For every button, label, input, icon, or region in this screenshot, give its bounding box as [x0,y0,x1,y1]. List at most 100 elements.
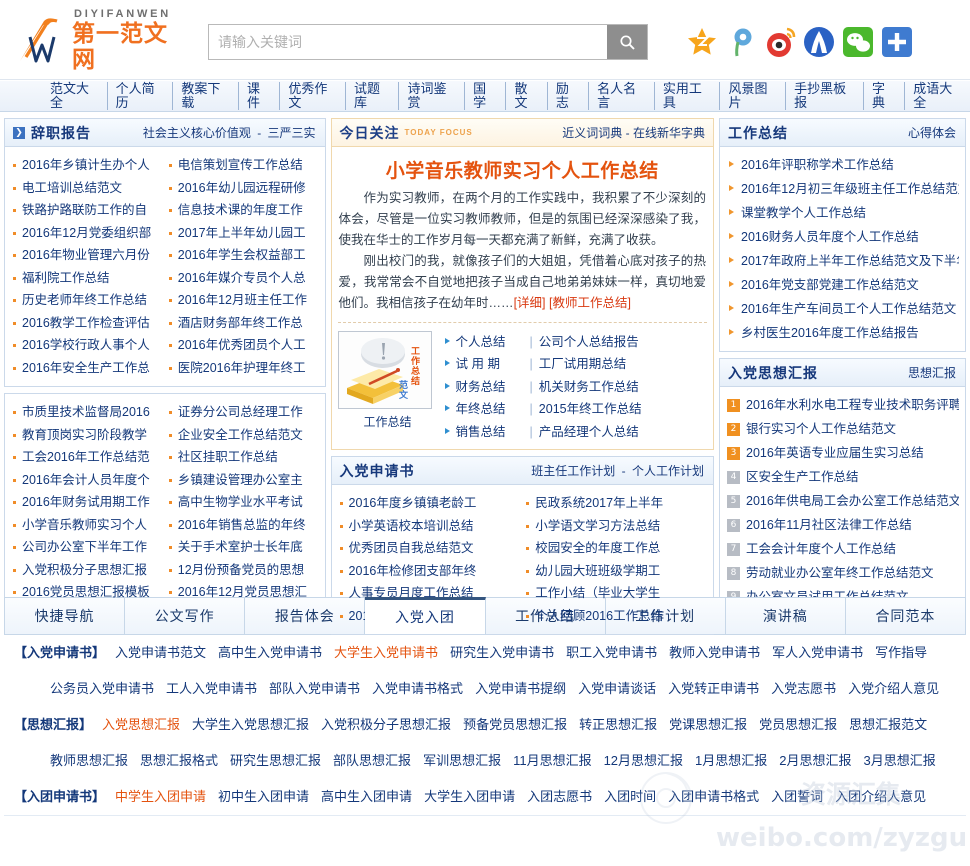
article-more-link[interactable]: [详细] [514,296,546,310]
content-link[interactable]: 入党申请谈话 [572,681,662,696]
summary-key[interactable]: 年终总结 [456,398,524,420]
nav-item-1[interactable]: 个人简历 [108,82,174,110]
content-link[interactable]: 思想汇报格式 [134,753,224,768]
list-link[interactable]: 电工培训总结范文 [22,181,122,195]
list-link[interactable]: 电信策划宣传工作总结 [178,158,303,172]
content-link[interactable]: 入党介绍人意见 [842,681,945,696]
social-share-bar[interactable] [686,26,913,58]
list-link[interactable]: 工会会计年度个人工作总结 [746,537,896,561]
search-button[interactable] [607,25,647,59]
panel-header-links[interactable]: 班主任工作计划 - 个人工作计划 [530,462,705,479]
table-row[interactable]: 1 2016年水利水电工程专业技术职务评聘工 [727,393,959,417]
list-link[interactable]: 2016年媒介专员个人总 [178,271,306,285]
content-link[interactable]: 入团誓词 [765,789,829,804]
list-link[interactable]: 2016年党支部党建工作总结范文 [741,278,919,292]
header-link-0[interactable]: 心得体会 [907,126,957,140]
nav-item-11[interactable]: 实用工具 [655,82,721,110]
list-link[interactable]: 信息技术课的年度工作 [178,203,303,217]
list-link[interactable]: 2016年度乡镇镇老龄工 [349,496,477,510]
list-link[interactable]: 公司办公室下半年工作 [22,540,147,554]
list-link[interactable]: 高中生物学业水平考试 [178,495,303,509]
list-link[interactable]: 2016年12月初三年级班主任工作总结范文 [741,182,959,196]
list-link[interactable]: 2016年幼儿园远程研修 [178,181,306,195]
list-link[interactable]: 2016财务人员年度个人工作总结 [741,230,919,244]
tencent-weibo-share-icon[interactable] [725,26,757,58]
list-link[interactable]: 2016年乡镇计生办个人 [22,158,150,172]
nav-item-13[interactable]: 手抄黑板报 [786,82,864,110]
nav-item-12[interactable]: 风景图片 [720,82,786,110]
content-link[interactable]: 入党转正申请书 [662,681,765,696]
list-link[interactable]: 2016年财务试用期工作 [22,495,150,509]
focus-link-0[interactable]: 近义词词典 [562,126,622,140]
list-link[interactable]: 2016党员思想汇报模板 [22,585,150,599]
content-link[interactable]: 部队思想汇报 [327,753,417,768]
content-link[interactable]: 3月思想汇报 [858,753,942,768]
list-link[interactable]: 企业安全工作总结范文 [178,428,303,442]
search-box[interactable] [208,24,648,60]
list-link[interactable]: 2016年11月社区法律工作总结 [746,513,912,537]
content-link[interactable]: 入党申请书提纲 [469,681,572,696]
qzone-share-icon[interactable] [686,26,718,58]
list-link[interactable]: 2016年学生会权益部工 [178,248,306,262]
content-link[interactable]: 入党积极分子思想汇报 [315,717,457,732]
content-link[interactable]: 高中生入团申请 [315,789,418,804]
summary-link[interactable]: 产品经理个人总结 [539,425,639,439]
site-logo[interactable]: DIYIFANWEN 第一范文网 [14,14,189,66]
list-link[interactable]: 校园安全的年度工作总 [535,541,660,555]
list-link[interactable]: 证券分公司总经理工作 [178,405,303,419]
list-link[interactable]: 幼儿园大班班级学期工 [535,564,660,578]
list-link[interactable]: 小学音乐教师实习个人 [22,518,147,532]
content-link[interactable]: 入党申请书格式 [366,681,469,696]
content-link[interactable]: 写作指导 [869,645,933,660]
content-link-highlighted[interactable]: 大学生入党申请书 [328,645,444,660]
table-row[interactable]: 7 工会会计年度个人工作总结 [727,537,959,561]
focus-header-links[interactable]: 近义词词典 - 在线新华字典 [562,124,705,141]
header-link-0[interactable]: 班主任工作计划 [530,464,616,478]
nav-item-10[interactable]: 名人名言 [589,82,655,110]
summary-key[interactable]: 个人总结 [456,331,524,353]
featured-article-title[interactable]: 小学音乐教师实习个人工作总结 [332,147,713,188]
summary-link[interactable]: 2015年终工作总结 [539,402,642,416]
summary-link[interactable]: 公司个人总结报告 [539,335,639,349]
article-tag-link[interactable]: [教师工作总结] [549,296,631,310]
content-link[interactable]: 军人入党申请书 [766,645,869,660]
list-link[interactable]: 医院2016年护理年终工 [178,361,306,375]
list-link[interactable]: 2016年水利水电工程专业技术职务评聘工 [746,393,959,417]
sina-weibo-share-icon[interactable] [764,26,796,58]
search-input[interactable] [209,25,607,59]
list-link[interactable]: 民政系统2017年上半年 [535,496,663,510]
content-link[interactable]: 11月思想汇报 [507,753,598,768]
panel-header-links[interactable]: 思想汇报 [907,364,957,381]
table-row[interactable]: 8 劳动就业办公室年终工作总结范文 [727,561,959,585]
nav-item-14[interactable]: 字典 [864,82,905,110]
content-link[interactable]: 预备党员思想汇报 [457,717,573,732]
content-link-highlighted[interactable]: 入党思想汇报 [96,717,186,732]
focus-link-1[interactable]: 在线新华字典 [633,126,705,140]
tab-contract-template[interactable]: 合同范本 [846,597,966,634]
nav-item-5[interactable]: 试题库 [346,82,400,110]
nav-item-3[interactable]: 课件 [239,82,280,110]
content-link[interactable]: 2月思想汇报 [773,753,857,768]
list-link[interactable]: 2016教学工作检查评估 [22,316,150,330]
list-link[interactable]: 工作小结（毕业大学生 [535,586,660,600]
list-link[interactable]: 2016年12月党员思想汇 [178,585,307,599]
tab-party-league[interactable]: 入党入团 [365,597,485,634]
content-link[interactable]: 党员思想汇报 [753,717,843,732]
content-link-highlighted[interactable]: 中学生入团申请 [109,789,212,804]
list-link[interactable]: 2016年会计人员年度个 [22,473,150,487]
summary-link[interactable]: 机关财务工作总结 [539,380,639,394]
content-link[interactable]: 初中生入团申请 [212,789,315,804]
nav-item-9[interactable]: 励志 [548,82,589,110]
list-link[interactable]: 铁路护路联防工作的自 [22,203,147,217]
table-row[interactable]: 6 2016年11月社区法律工作总结 [727,513,959,537]
primary-nav[interactable]: 范文大全 个人简历 教案下载 课件 优秀作文 试题库 诗词鉴赏 国学 散文 励志… [0,80,970,112]
summary-link[interactable]: 工厂试用期总结 [539,357,627,371]
list-link[interactable]: 社区挂职工作总结 [178,450,278,464]
list-link[interactable]: 2016年销售总监的年终 [178,518,306,532]
content-link[interactable]: 思想汇报范文 [843,717,933,732]
summary-key[interactable]: 销售总结 [456,421,524,443]
more-share-icon[interactable] [881,26,913,58]
nav-item-15[interactable]: 成语大全 [905,82,970,110]
content-link[interactable]: 党课思想汇报 [663,717,753,732]
content-link[interactable]: 12月思想汇报 [598,753,689,768]
